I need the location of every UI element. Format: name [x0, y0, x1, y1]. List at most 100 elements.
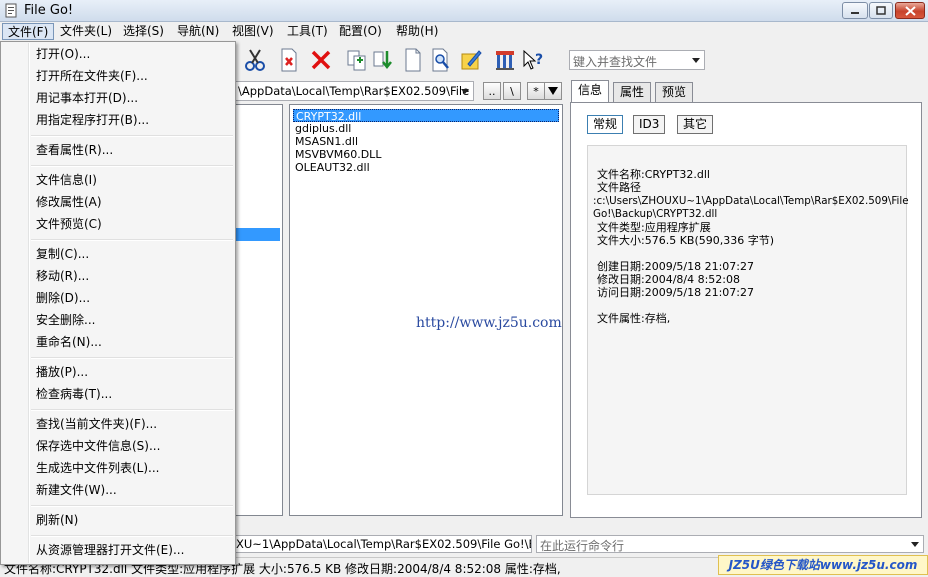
tree-selected-item[interactable]: [235, 228, 280, 241]
file-list[interactable]: CRYPT32.dll gdiplus.dll MSASN1.dll MSVBV…: [289, 104, 563, 516]
menu-item-play[interactable]: 播放(P)...: [36, 364, 88, 380]
maximize-icon: [876, 6, 886, 15]
menu-item-secure-delete[interactable]: 安全删除...: [36, 312, 95, 328]
help-pointer-button[interactable]: ?: [519, 46, 547, 74]
menu-navigate[interactable]: 导航(N): [172, 23, 224, 40]
menu-item-open-from-explorer[interactable]: 从资源管理器打开文件(E)...: [36, 542, 184, 558]
app-icon: [4, 3, 19, 18]
menu-item-move[interactable]: 移动(R)...: [36, 268, 89, 284]
menu-bar: 文件(F) 文件夹(L) 选择(S) 导航(N) 视图(V) 工具(T) 配置(…: [0, 22, 928, 41]
menu-separator: [31, 165, 233, 167]
file-item[interactable]: gdiplus.dll: [293, 122, 353, 135]
delete-file-button[interactable]: [275, 46, 303, 74]
history-button[interactable]: [544, 82, 562, 100]
info-created: 创建日期:2009/5/18 21:07:27: [597, 260, 755, 273]
copy-to-button[interactable]: [343, 46, 371, 74]
tab-preview[interactable]: 预览: [655, 82, 694, 102]
menu-item-find-current-folder[interactable]: 查找(当前文件夹)(F)...: [36, 416, 157, 432]
path-text: \AppData\Local\Temp\Rar$EX02.509\File G: [238, 84, 474, 98]
title-bar[interactable]: File Go!: [0, 0, 928, 22]
menu-select[interactable]: 选择(S): [118, 23, 169, 40]
menu-item-rename[interactable]: 重命名(N)...: [36, 334, 102, 350]
menu-tools[interactable]: 工具(T): [282, 23, 333, 40]
file-menu-dropdown: 打开(O)... 打开所在文件夹(F)... 用记事本打开(D)... 用指定程…: [0, 41, 236, 565]
delete-icon: [311, 50, 331, 70]
close-button[interactable]: [895, 2, 925, 19]
menu-item-delete[interactable]: 删除(D)...: [36, 290, 90, 306]
properties-icon: [496, 51, 514, 70]
command-placeholder: 在此运行命令行: [540, 539, 625, 553]
info-path-line2: Go!\Backup\CRYPT32.dll: [593, 208, 718, 220]
tab-properties[interactable]: 属性: [613, 82, 652, 102]
subtab-id3[interactable]: ID3: [633, 115, 666, 134]
info-file-size: 文件大小:576.5 KB(590,336 字节): [597, 234, 775, 247]
menu-item-open-folder[interactable]: 打开所在文件夹(F)...: [36, 68, 148, 84]
new-file-button[interactable]: [399, 46, 427, 74]
info-accessed: 访问日期:2009/5/18 21:07:27: [597, 286, 755, 299]
chevron-down-icon[interactable]: [911, 542, 919, 547]
find-button[interactable]: [427, 46, 455, 74]
root-folder-button[interactable]: \: [503, 82, 521, 100]
info-file-name: 文件名称:CRYPT32.dll: [597, 168, 710, 181]
menu-separator: [31, 135, 233, 137]
menu-item-save-file-info[interactable]: 保存选中文件信息(S)...: [36, 438, 160, 454]
tab-info[interactable]: 信息: [571, 80, 610, 103]
move-to-button[interactable]: [369, 46, 397, 74]
menu-item-copy[interactable]: 复制(C)...: [36, 246, 89, 262]
menu-config[interactable]: 配置(O): [334, 23, 387, 40]
folder-tree[interactable]: [235, 104, 283, 516]
file-item[interactable]: OLEAUT32.dll: [293, 161, 372, 174]
menu-item-generate-file-list[interactable]: 生成选中文件列表(L)...: [36, 460, 160, 476]
menu-item-view-properties[interactable]: 查看属性(R)...: [36, 142, 113, 158]
cut-button[interactable]: [241, 46, 269, 74]
find-file-combobox[interactable]: 键入并查找文件: [569, 50, 705, 70]
menu-item-modify-attributes[interactable]: 修改属性(A): [36, 194, 102, 210]
current-path-field[interactable]: XU~1\AppData\Local\Temp\Rar$EX02.509\Fil…: [235, 535, 532, 553]
menu-separator: [31, 239, 233, 241]
menu-item-open-with[interactable]: 用指定程序打开(B)...: [36, 112, 149, 128]
delete-button[interactable]: [307, 46, 335, 74]
menu-item-open-notepad[interactable]: 用记事本打开(D)...: [36, 90, 138, 106]
subtab-other[interactable]: 其它: [677, 115, 714, 134]
menu-item-open[interactable]: 打开(O)...: [36, 46, 90, 62]
menu-separator: [31, 535, 233, 537]
copy-to-icon: [347, 50, 366, 71]
menu-item-file-preview[interactable]: 文件预览(C): [36, 216, 102, 232]
file-item[interactable]: CRYPT32.dll: [293, 109, 559, 123]
command-line-combobox[interactable]: 在此运行命令行: [536, 535, 924, 553]
file-item[interactable]: MSVBVM60.DLL: [293, 148, 383, 161]
properties-button[interactable]: [491, 46, 519, 74]
brand-badge: JZ5U绿色下载站www.jz5u.com: [718, 555, 928, 575]
minimize-button[interactable]: [842, 2, 868, 19]
triangle-down-icon: [548, 87, 558, 95]
menu-item-virus-check[interactable]: 检查病毒(T)...: [36, 386, 112, 402]
chevron-down-icon[interactable]: [692, 58, 700, 63]
menu-folder[interactable]: 文件夹(L): [55, 23, 117, 40]
subtab-general[interactable]: 常规: [587, 115, 624, 134]
menu-file[interactable]: 文件(F): [2, 23, 55, 40]
menu-item-file-info[interactable]: 文件信息(I): [36, 172, 97, 188]
maximize-button[interactable]: [869, 2, 893, 19]
minimize-icon: [851, 11, 859, 14]
current-path-text: XU~1\AppData\Local\Temp\Rar$EX02.509\Fil…: [236, 537, 531, 551]
watermark-url: http://www.jz5u.com: [416, 315, 562, 331]
menu-help[interactable]: 帮助(H): [391, 23, 443, 40]
menu-separator: [31, 409, 233, 411]
delete-file-icon: [281, 48, 297, 72]
menu-separator: [31, 505, 233, 507]
file-item[interactable]: MSASN1.dll: [293, 135, 360, 148]
filter-button[interactable]: *: [527, 82, 545, 100]
parent-folder-button[interactable]: ..: [483, 82, 501, 100]
info-panel: 常规 ID3 其它 文件名称:CRYPT32.dll 文件路径 :c:\User…: [570, 102, 922, 518]
blank-file-icon: [405, 48, 421, 72]
file-info-box: 文件名称:CRYPT32.dll 文件路径 :c:\Users\ZHOUXU~1…: [587, 145, 909, 495]
edit-icon: [461, 50, 482, 70]
info-modified: 修改日期:2004/8/4 8:52:08: [597, 273, 741, 286]
menu-view[interactable]: 视图(V): [227, 23, 279, 40]
menu-item-refresh[interactable]: 刷新(N): [36, 512, 78, 528]
edit-button[interactable]: [457, 46, 485, 74]
path-combobox[interactable]: \AppData\Local\Temp\Rar$EX02.509\File G: [235, 81, 474, 101]
chevron-down-icon[interactable]: [461, 89, 469, 94]
menu-item-new-file[interactable]: 新建文件(W)...: [36, 482, 117, 498]
info-attributes: 文件属性:存档,: [597, 312, 671, 325]
